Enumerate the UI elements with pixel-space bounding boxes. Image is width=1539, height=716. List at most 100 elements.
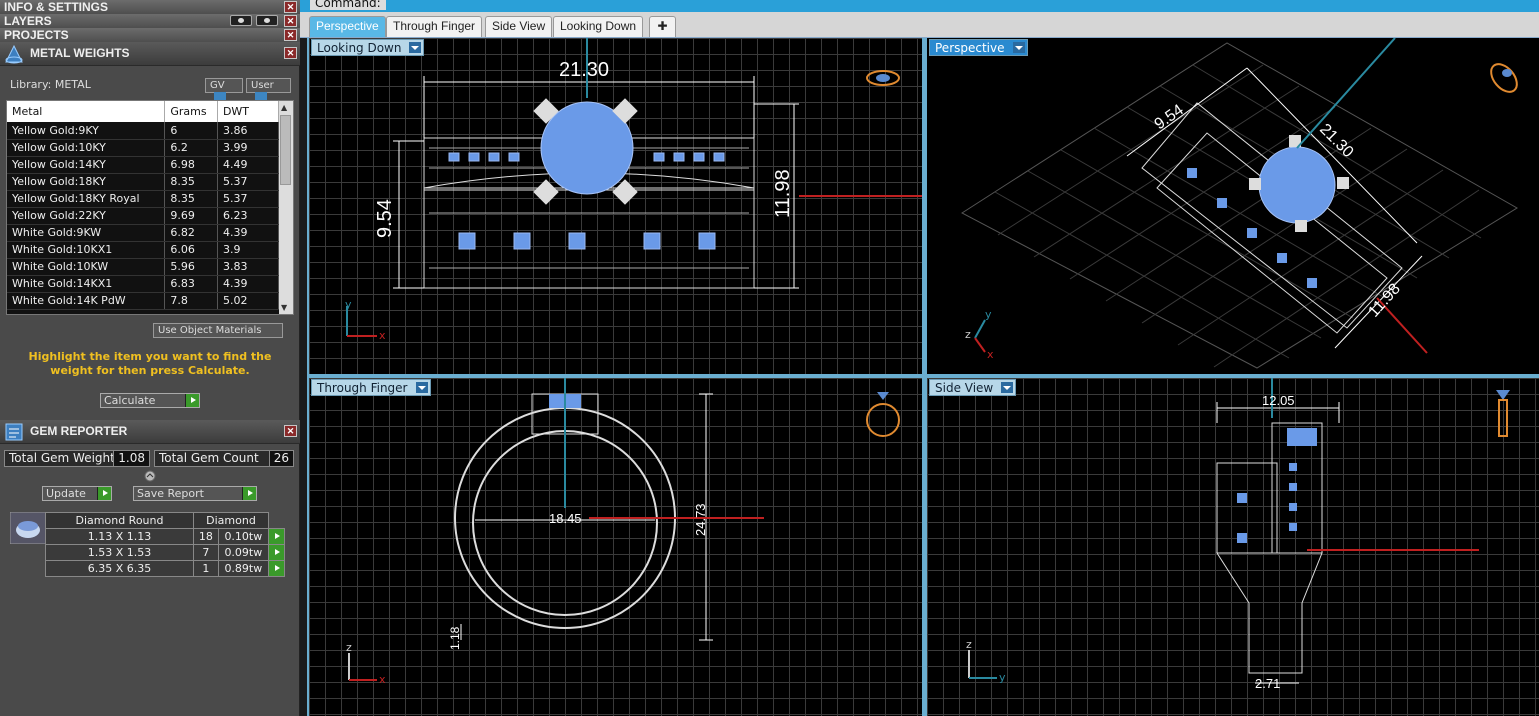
axis-x-label: x (379, 329, 386, 342)
total-gem-count: Total Gem Count 26 (154, 450, 294, 467)
eye-icon[interactable] (256, 15, 278, 26)
info-settings-header[interactable]: INFO & SETTINGS ✕ (0, 0, 300, 15)
gv-button[interactable]: GV (205, 78, 243, 103)
dim-head-width: 12.05 (1262, 393, 1295, 408)
metal-dwt: 4.49 (217, 156, 280, 174)
viewport-through-finger-menu[interactable]: Through Finger (311, 379, 431, 396)
scroll-up-icon[interactable]: ▲ (281, 103, 287, 112)
viewport-side-view[interactable]: 12.05 2.71 z y Side View (927, 378, 1539, 716)
dropdown-arrow-icon[interactable] (1001, 382, 1014, 393)
layers-header[interactable]: LAYERS ✕ (0, 14, 300, 29)
metal-name: White Gold:14KX1 (7, 275, 166, 293)
dim-height: 9.54 (1152, 101, 1187, 133)
metal-dwt: 5.02 (217, 292, 280, 310)
tab-looking-down[interactable]: Looking Down (553, 16, 644, 37)
viewport-perspective[interactable]: 9.54 21.30 11.98 y z x Perspective (927, 38, 1539, 374)
axis-y-label: y (345, 298, 352, 311)
viewport-through-finger[interactable]: 18.45 24.73 1.18 z x Through Finger (309, 378, 922, 716)
col-metal[interactable]: Metal (7, 101, 166, 122)
col-grams[interactable]: Grams (164, 101, 218, 122)
close-icon[interactable]: ✕ (284, 1, 297, 13)
table-row[interactable]: White Gold:10KW 5.96 3.83 (7, 258, 280, 276)
dim-inner-diameter: 18.45 (549, 511, 582, 526)
table-row[interactable]: Yellow Gold:9KY 6 3.86 (7, 122, 280, 140)
table-row[interactable]: White Gold:14KX1 6.83 4.39 (7, 275, 280, 293)
update-button[interactable]: Update (42, 486, 112, 501)
tab-through-finger[interactable]: Through Finger (386, 16, 483, 37)
close-icon[interactable]: ✕ (284, 29, 297, 41)
dropdown-arrow-icon[interactable] (415, 382, 428, 393)
projects-title: PROJECTS (4, 28, 69, 42)
table-row[interactable]: Yellow Gold:18KY Royal 8.35 5.37 (7, 190, 280, 208)
gem-reporter-icon (5, 423, 23, 441)
table-row[interactable]: White Gold:10KX1 6.06 3.9 (7, 241, 280, 259)
table-row[interactable]: White Gold:14K PdW 7.8 5.02 (7, 292, 280, 310)
close-icon[interactable]: ✕ (284, 425, 297, 437)
gem-count: 7 (193, 544, 219, 561)
layer-toggle-icon[interactable] (230, 15, 252, 26)
viewport-looking-down[interactable]: 21.30 9.54 11.98 y x Looking Down (309, 38, 922, 374)
user-label: User (251, 80, 274, 91)
scroll-down-icon[interactable]: ▼ (281, 303, 287, 312)
tab-perspective[interactable]: Perspective (309, 16, 386, 37)
layers-title: LAYERS (4, 14, 52, 28)
metal-scrollbar[interactable]: ▲ ▼ (279, 101, 293, 314)
use-object-materials-toggle[interactable]: Use Object Materials (153, 323, 283, 338)
metal-dwt: 4.39 (217, 224, 280, 242)
info-settings-title: INFO & SETTINGS (4, 0, 109, 14)
axis-x-label: x (987, 348, 994, 361)
command-label[interactable]: Command: (310, 0, 386, 10)
calculate-button[interactable]: Calculate (100, 393, 200, 408)
table-row[interactable]: Yellow Gold:14KY 6.98 4.49 (7, 156, 280, 174)
col-dwt[interactable]: DWT (217, 101, 280, 122)
ring-thumbnail-icon (866, 70, 900, 86)
table-row[interactable]: 6.35 X 6.35 1 0.89tw (45, 560, 285, 577)
select-gem-icon[interactable] (268, 544, 285, 561)
viewport-looking-down-menu[interactable]: Looking Down (311, 39, 425, 56)
table-row[interactable]: Yellow Gold:10KY 6.2 3.99 (7, 139, 280, 157)
add-tab-icon[interactable]: ✚ (649, 16, 676, 37)
metal-name: Yellow Gold:18KY Royal (7, 190, 166, 208)
table-row[interactable]: Yellow Gold:18KY 8.35 5.37 (7, 173, 280, 191)
table-row[interactable]: 1.53 X 1.53 7 0.09tw (45, 544, 285, 561)
calculate-hint: Highlight the item you want to find the … (28, 350, 272, 377)
gem-reporter-header: GEM REPORTER ✕ (0, 420, 300, 444)
projects-header[interactable]: PROJECTS ✕ (0, 28, 300, 43)
metal-name: White Gold:10KW (7, 258, 166, 276)
metal-weights-title: METAL WEIGHTS (30, 46, 130, 60)
use-object-materials-label: Use Object Materials (158, 325, 262, 336)
axis-z-label: z (966, 638, 972, 651)
table-row[interactable]: 1.13 X 1.13 18 0.10tw (45, 528, 285, 545)
metal-name: Yellow Gold:9KY (7, 122, 166, 140)
update-label: Update (46, 487, 86, 500)
table-row[interactable]: Yellow Gold:22KY 9.69 6.23 (7, 207, 280, 225)
select-gem-icon[interactable] (268, 528, 285, 545)
axis-z-label: z (346, 641, 352, 654)
library-label: Library: METAL (10, 78, 91, 91)
gv-label: GV (210, 80, 225, 91)
total-gem-weight: Total Gem Weight 1.08 (4, 450, 150, 467)
dropdown-arrow-icon[interactable] (409, 42, 422, 53)
close-icon[interactable]: ✕ (284, 47, 297, 59)
save-report-button[interactable]: Save Report (133, 486, 257, 501)
collapse-icon[interactable] (144, 470, 156, 482)
metal-dwt: 3.9 (217, 241, 280, 259)
metal-table[interactable]: Metal Grams DWT Yellow Gold:9KY 6 3.86 Yell… (6, 100, 294, 315)
play-icon (185, 394, 199, 407)
viewport-perspective-menu[interactable]: Perspective (929, 39, 1028, 56)
select-gem-icon[interactable] (268, 560, 285, 577)
user-button[interactable]: User (246, 78, 291, 103)
viewport-side-view-menu[interactable]: Side View (929, 379, 1017, 396)
tab-side-view[interactable]: Side View (485, 16, 553, 37)
close-icon[interactable]: ✕ (284, 15, 297, 27)
table-row[interactable]: White Gold:9KW 6.82 4.39 (7, 224, 280, 242)
ring-thumbnail-icon (866, 392, 900, 437)
metal-dwt: 3.86 (217, 122, 280, 140)
dropdown-arrow-icon[interactable] (1012, 42, 1025, 53)
metal-name: Yellow Gold:18KY (7, 173, 166, 191)
metal-grams: 6.82 (164, 224, 218, 242)
metal-grams: 6.98 (164, 156, 218, 174)
scroll-thumb[interactable] (280, 115, 291, 185)
dim-depth: 11.98 (772, 169, 794, 218)
metal-grams: 6.83 (164, 275, 218, 293)
